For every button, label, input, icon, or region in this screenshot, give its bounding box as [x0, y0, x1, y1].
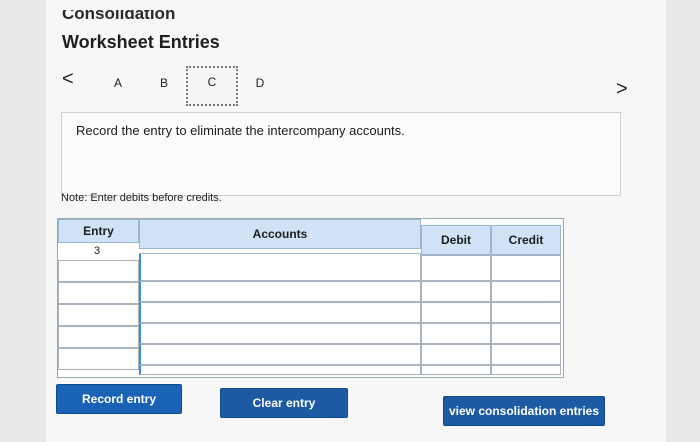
record-entry-button[interactable]: Record entry: [56, 384, 182, 414]
chevron-left-icon[interactable]: <: [62, 68, 74, 91]
instruction-text: Record the entry to eliminate the interc…: [76, 123, 405, 138]
credit-input[interactable]: [491, 323, 561, 344]
debit-input[interactable]: [421, 302, 491, 323]
note-text: Note: Enter debits before credits.: [61, 192, 222, 204]
account-select[interactable]: [139, 302, 421, 323]
credit-input[interactable]: [491, 302, 561, 323]
column-header-entry: Entry: [58, 219, 139, 243]
column-header-accounts: Accounts: [139, 219, 421, 249]
entry-cell: [58, 326, 139, 348]
account-select[interactable]: [139, 344, 421, 365]
tab-d[interactable]: D: [250, 76, 270, 90]
account-select[interactable]: [139, 365, 421, 375]
entry-cell: [58, 260, 139, 282]
clear-entry-button[interactable]: Clear entry: [220, 388, 348, 418]
debit-input[interactable]: [421, 281, 491, 302]
credit-input[interactable]: [491, 255, 561, 281]
tab-c[interactable]: C: [186, 66, 238, 106]
instruction-box: Record the entry to eliminate the interc…: [61, 112, 621, 196]
entry-number: 3: [94, 245, 101, 257]
credit-input[interactable]: [491, 365, 561, 375]
tab-b[interactable]: B: [154, 76, 174, 90]
debit-input[interactable]: [421, 344, 491, 365]
tab-navigation: < A B C D >: [60, 66, 640, 110]
debit-input[interactable]: [421, 323, 491, 344]
debit-input[interactable]: [421, 365, 491, 375]
page-title: Worksheet Entries: [62, 32, 220, 52]
column-header-debit: Debit: [421, 225, 491, 255]
entry-cell: [58, 282, 139, 304]
debit-input[interactable]: [421, 255, 491, 281]
account-select[interactable]: [139, 323, 421, 344]
account-select[interactable]: [139, 253, 421, 281]
credit-input[interactable]: [491, 281, 561, 302]
credit-input[interactable]: [491, 344, 561, 365]
tab-a[interactable]: A: [108, 76, 128, 90]
column-header-credit: Credit: [491, 225, 561, 255]
journal-entry-table: Entry Accounts Debit Credit 3: [57, 218, 564, 378]
view-consolidation-entries-button[interactable]: view consolidation entries: [443, 396, 605, 426]
entry-cell: [58, 348, 139, 370]
account-select[interactable]: [139, 281, 421, 302]
section-title: Consolidation: [62, 10, 176, 23]
chevron-right-icon[interactable]: >: [616, 78, 628, 101]
entry-cell: [58, 304, 139, 326]
